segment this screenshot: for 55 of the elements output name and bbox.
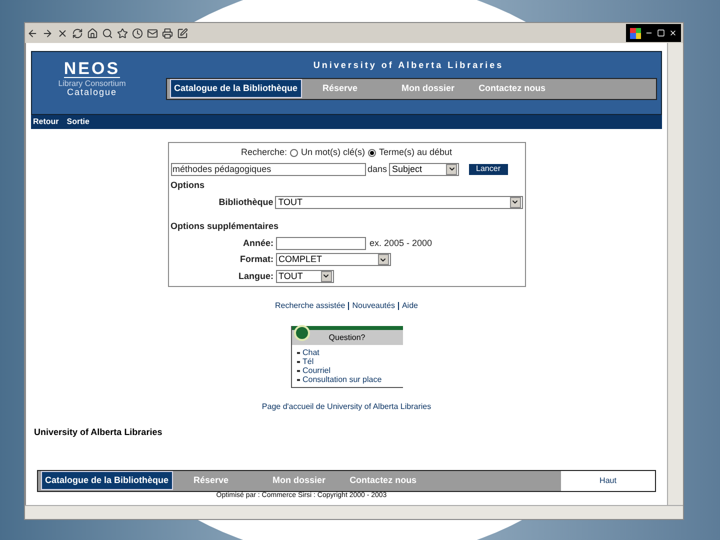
sub-nav-link[interactable]: Retour [33,116,59,128]
close-icon[interactable] [669,29,677,37]
separator-bar [398,302,399,310]
help-title: Question? [328,332,366,344]
radio-button[interactable] [368,148,376,157]
flag-icon [630,28,641,38]
toolbar-icon[interactable] [177,28,188,38]
language-select[interactable]: TOUT [276,270,334,283]
footer-title: University of Alberta Libraries [34,426,164,439]
home-link[interactable]: Page d'accueil de University of Alberta Libraries [262,401,432,413]
logo-subtitle: Catalogue [66,88,118,97]
toolbar-icon[interactable] [147,28,158,38]
link[interactable]: Aide [402,300,418,312]
logo: NEOS [64,60,120,78]
toolbar-icon[interactable] [117,28,128,38]
top-link[interactable]: Haut [600,474,616,486]
year-field[interactable] [276,236,366,250]
field-label: Format: [239,253,274,266]
toolbar-icon[interactable] [57,28,68,38]
search-button[interactable]: Lancer [469,164,508,175]
section-heading: Options supplémentaires [170,220,280,233]
toolbar-icon[interactable] [102,28,113,38]
toolbar-icon[interactable] [162,28,173,38]
help-link[interactable]: Courriel [302,366,331,375]
help-link[interactable]: Tél [302,357,314,366]
separator-bar [348,302,350,310]
search-label: Recherche: [240,146,287,159]
toolbar-icon[interactable] [132,28,143,38]
maximize-icon[interactable] [657,29,665,37]
nav-tab[interactable]: Catalogue de la Bibliothèque [170,78,302,98]
help-link[interactable]: Chat [302,348,320,357]
toolbar-icon[interactable] [42,28,53,38]
in-label: dans [368,162,388,176]
field-label: Langue: [238,270,274,283]
field-select[interactable]: Subject [389,162,460,176]
field-label: Année: [242,236,274,250]
radio-label: Terme(s) au début [379,146,452,159]
sub-nav-link[interactable]: Sortie [66,116,90,128]
toolbar-icon[interactable] [87,28,98,38]
help-link[interactable]: Consultation sur place [302,375,382,384]
library-select[interactable]: TOUT [275,196,522,209]
radio-button[interactable] [290,148,298,157]
toolbar-icon[interactable] [27,28,38,38]
site-title: University of Alberta Libraries [312,59,505,72]
year-hint: ex. 2005 - 2000 [370,236,432,250]
format-select[interactable]: COMPLET [276,253,390,266]
link[interactable]: Nouveautés [352,300,395,312]
logo-subtitle: Library Consortium [58,80,126,88]
field-label: Bibliothèque [218,196,274,209]
section-heading: Options [170,179,206,192]
link[interactable]: Recherche assistée [275,300,346,312]
radio-label: Un mot(s) clé(s) [300,146,365,159]
nav-tab[interactable]: Catalogue de la Bibliothèque [41,470,173,490]
search-field[interactable]: méthodes pédagogiques [170,162,366,176]
toolbar-icon[interactable] [72,28,83,38]
